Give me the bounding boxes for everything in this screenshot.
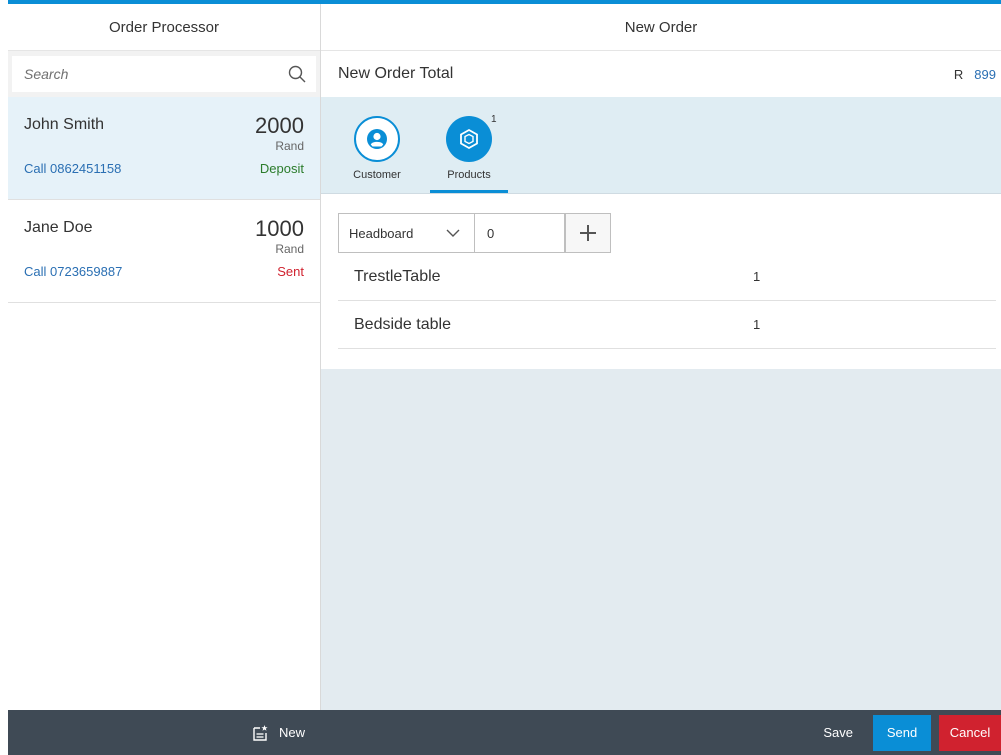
quantity-input[interactable]: 0: [475, 213, 565, 253]
product-row[interactable]: Bedside table 1: [338, 301, 996, 349]
cancel-button[interactable]: Cancel: [939, 714, 1001, 751]
order-list-item[interactable]: John Smith 2000 Rand Call 0862451158 Dep…: [8, 97, 320, 200]
search-icon[interactable]: [288, 65, 306, 83]
object-title: New Order Total: [338, 65, 454, 82]
quantity-value: 0: [487, 225, 495, 241]
total-value: 899: [974, 66, 996, 82]
chevron-down-icon: [446, 229, 460, 237]
products-content: Headboard 0 TrestleTable 1 Bedside table…: [321, 194, 1001, 369]
object-header: New Order Total R 899: [321, 51, 1001, 97]
order-status: Deposit: [259, 161, 304, 176]
order-status: Sent: [277, 264, 304, 279]
tab-customer-label: Customer: [353, 169, 401, 181]
order-currency-unit: Rand: [275, 139, 304, 153]
search-field[interactable]: [12, 56, 316, 92]
total-currency: R: [953, 66, 964, 82]
order-list-item[interactable]: Jane Doe 1000 Rand Call 0723659887 Sent: [8, 200, 320, 303]
new-order-label: New: [278, 725, 305, 740]
customer-phone[interactable]: Call 0862451158: [24, 161, 121, 176]
customer-name: Jane Doe: [24, 219, 93, 236]
tab-customer[interactable]: Customer: [338, 110, 416, 193]
search-bar: [8, 51, 320, 97]
customer-name: John Smith: [24, 116, 105, 133]
master-title: Order Processor: [8, 4, 320, 51]
master-pane: Order Processor John Smith 2000 Rand Cal…: [8, 4, 321, 755]
products-icon: [460, 128, 478, 150]
detail-footer-toolbar: Save Send Cancel: [321, 710, 1001, 755]
tab-products[interactable]: 1 Products: [430, 110, 508, 193]
order-currency-unit: Rand: [275, 242, 304, 256]
add-product-button[interactable]: [565, 213, 611, 253]
tab-products-label: Products: [447, 169, 491, 181]
tab-selected-indicator: [430, 190, 508, 193]
new-document-icon: [253, 724, 268, 741]
add-product-row: Headboard 0: [338, 213, 996, 253]
product-select-value: Headboard: [349, 225, 414, 241]
product-quantity: 1: [753, 269, 761, 284]
customer-icon: [367, 129, 387, 149]
product-row[interactable]: TrestleTable 1: [338, 253, 996, 301]
order-total: R 899: [954, 67, 996, 82]
master-footer-toolbar: New: [8, 710, 321, 755]
product-name: TrestleTable: [354, 267, 441, 285]
order-amount: 1000: [255, 216, 304, 241]
detail-pane: New Order New Order Total R 899 Customer: [321, 4, 1001, 755]
new-order-button[interactable]: New: [251, 724, 305, 742]
order-amount: 2000: [255, 113, 304, 138]
tab-customer-icon-circle: [354, 116, 400, 162]
send-button[interactable]: Send: [873, 714, 931, 751]
customer-phone[interactable]: Call 0723659887: [24, 264, 122, 279]
product-name: Bedside table: [354, 315, 451, 333]
product-quantity: 1: [753, 317, 761, 332]
search-input[interactable]: [24, 66, 264, 82]
detail-title: New Order: [321, 4, 1001, 51]
plus-icon: [580, 225, 596, 241]
tab-products-count: 1: [491, 114, 497, 125]
save-button[interactable]: Save: [803, 710, 873, 755]
tab-products-icon-circle: [446, 116, 492, 162]
icon-tab-bar: Customer 1 Products: [321, 97, 1001, 194]
product-select[interactable]: Headboard: [338, 213, 475, 253]
